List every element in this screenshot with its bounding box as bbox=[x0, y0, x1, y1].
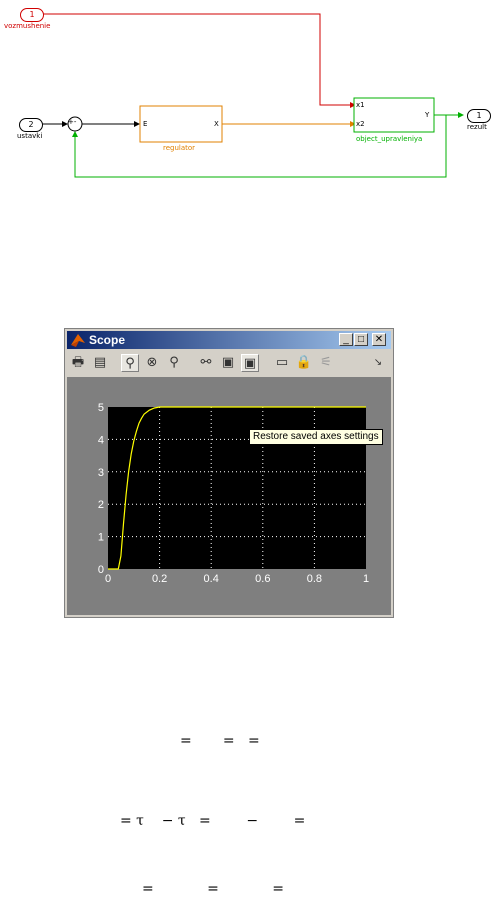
sum-signs: +- bbox=[68, 118, 77, 126]
x-tick-label: 0.6 bbox=[255, 573, 270, 585]
zoom-y-icon[interactable]: ⚲ bbox=[165, 354, 183, 372]
y-tick-label: 1 bbox=[98, 532, 104, 544]
equation-1: = = = bbox=[180, 733, 260, 749]
zoom-x-icon[interactable]: ⊗ bbox=[143, 354, 161, 372]
matlab-logo-icon bbox=[71, 334, 85, 347]
object-block[interactable] bbox=[353, 97, 435, 133]
lock-icon[interactable]: 🔒 bbox=[295, 354, 313, 372]
scope-plot-area: 0 0.2 0.4 0.6 0.8 1 0 1 2 3 4 5 Restore saved axes … bbox=[67, 377, 391, 659]
y-tick-label: 3 bbox=[98, 467, 104, 479]
object-output-label: Y bbox=[425, 111, 430, 119]
minimize-icon: _ bbox=[343, 334, 349, 345]
scope-toolbar: 🖶 ▤ ⚲ ⊗ ⚲ ⚯ ▣ ▣ ▭ 🔒 ⚟ ↘ bbox=[67, 351, 391, 375]
restore-axes-icon[interactable]: ▣ bbox=[241, 354, 259, 372]
disturbance-line bbox=[42, 13, 350, 106]
regulator-input-label: E bbox=[143, 120, 148, 128]
y-tick-label: 2 bbox=[98, 499, 104, 511]
x-tick-label: 0.4 bbox=[204, 573, 219, 585]
time-offset-label: Time offset: bbox=[71, 648, 123, 659]
time-offset-value: 0 bbox=[131, 648, 138, 659]
close-button[interactable]: ✕ bbox=[372, 333, 386, 346]
object-input1-label: x1 bbox=[356, 101, 365, 109]
print-icon[interactable]: 🖶 bbox=[69, 354, 87, 372]
tooltip: Restore saved axes settings bbox=[249, 429, 383, 445]
x-tick-label: 0 bbox=[105, 573, 111, 585]
equation-3: = = = bbox=[142, 881, 284, 897]
y-tick-label: 0 bbox=[98, 564, 104, 576]
zoom-icon[interactable]: ⚲ bbox=[121, 354, 139, 372]
y-tick-label: 5 bbox=[98, 402, 104, 414]
minimize-button[interactable]: _ bbox=[339, 333, 353, 346]
feedback-arrow bbox=[72, 131, 78, 137]
x-tick-label: 0.2 bbox=[152, 573, 167, 585]
maximize-icon: □ bbox=[357, 334, 365, 345]
inport-ustavki[interactable]: 2 bbox=[19, 118, 43, 132]
close-icon: ✕ bbox=[374, 334, 384, 345]
outport-rezult-label: rezult bbox=[467, 123, 487, 131]
time-offset: Time offset: 0 bbox=[71, 648, 137, 659]
inport-vozmushenie-label: vozmushenie bbox=[4, 22, 51, 30]
regulator-output-label: X bbox=[214, 120, 219, 128]
scope-window: Scope _ □ ✕ 🖶 ▤ ⚲ ⊗ ⚲ ⚯ ▣ ▣ ▭ 🔒 ⚟ ↘ 0 0.2… bbox=[64, 328, 394, 659]
autoscale-icon[interactable]: ⚯ bbox=[197, 354, 215, 372]
block-diagram bbox=[42, 13, 464, 178]
inport-ustavki-label: ustavki bbox=[17, 132, 43, 140]
scope-title: Scope bbox=[89, 333, 126, 347]
object-input2-label: x2 bbox=[356, 120, 365, 128]
x-tick-label: 1 bbox=[363, 573, 369, 585]
signal-selector-icon[interactable]: ⚟ bbox=[317, 354, 335, 372]
scope-chart[interactable]: 0 0.2 0.4 0.6 0.8 1 0 1 2 3 4 5 bbox=[67, 377, 391, 615]
outport-rezult[interactable]: 1 bbox=[467, 109, 491, 123]
object-name: object_upravleniya bbox=[356, 135, 423, 143]
regulator-block[interactable] bbox=[139, 105, 223, 143]
save-axes-icon[interactable]: ▣ bbox=[219, 354, 237, 372]
parameters-icon[interactable]: ▤ bbox=[91, 354, 109, 372]
error-arrow bbox=[134, 121, 140, 127]
output-arrow bbox=[458, 112, 464, 118]
floating-scope-icon[interactable]: ▭ bbox=[273, 354, 291, 372]
dock-icon[interactable]: ↘ bbox=[369, 354, 387, 372]
maximize-button[interactable]: □ bbox=[354, 333, 368, 346]
x-tick-label: 0.8 bbox=[307, 573, 322, 585]
regulator-name: regulator bbox=[163, 144, 196, 152]
y-tick-label: 4 bbox=[98, 434, 104, 446]
scope-titlebar[interactable]: Scope _ □ ✕ bbox=[67, 331, 391, 349]
inport-vozmushenie[interactable]: 1 bbox=[20, 8, 44, 22]
equation-2: = τ − τ = − = bbox=[120, 813, 306, 829]
